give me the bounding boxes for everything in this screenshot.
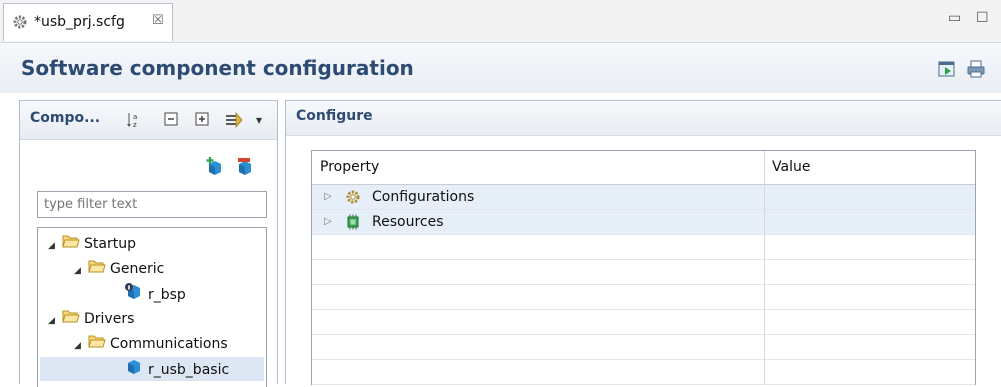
folder-open-icon bbox=[88, 332, 106, 356]
page-title: Software component configuration bbox=[21, 56, 414, 80]
svg-text:a: a bbox=[133, 113, 137, 121]
property-table: Property Value ▷ Configurations ▷ Resour… bbox=[311, 150, 976, 385]
tree-item-drivers[interactable]: ◢ Drivers bbox=[48, 307, 134, 331]
expand-triangle-icon[interactable]: ◢ bbox=[74, 259, 88, 283]
tree-item-label: Communications bbox=[110, 336, 228, 352]
maximize-icon[interactable]: ☐ bbox=[976, 10, 989, 26]
gear-icon bbox=[12, 14, 28, 34]
tree-item-label: Generic bbox=[110, 261, 165, 277]
remove-component-icon[interactable] bbox=[235, 156, 255, 180]
svg-text:z: z bbox=[133, 121, 137, 129]
folder-open-icon bbox=[62, 232, 80, 256]
table-row-empty bbox=[312, 335, 975, 360]
table-row-empty bbox=[312, 310, 975, 335]
chevron-down-icon[interactable]: ▾ bbox=[256, 113, 274, 131]
editor-tab-bar: *usb_prj.scfg ☒ ▭ ☐ bbox=[0, 0, 1001, 43]
tab-title: *usb_prj.scfg bbox=[34, 14, 125, 30]
table-row-empty bbox=[312, 360, 975, 385]
page-header: Software component configuration bbox=[0, 43, 1001, 93]
tree-item-r-bsp[interactable]: r_bsp bbox=[124, 282, 186, 306]
folder-open-icon bbox=[88, 257, 106, 281]
tree-item-communications[interactable]: ◢ Communications bbox=[74, 332, 228, 356]
table-row-resources[interactable]: ▷ Resources bbox=[312, 210, 975, 235]
filter-input[interactable] bbox=[37, 191, 267, 218]
column-header-property[interactable]: Property bbox=[320, 159, 379, 175]
editor-tab[interactable]: *usb_prj.scfg ☒ bbox=[3, 3, 173, 41]
table-header: Property Value bbox=[312, 151, 975, 185]
expand-triangle-icon[interactable]: ▷ bbox=[324, 185, 332, 209]
tree-item-label: Startup bbox=[84, 236, 136, 252]
print-icon[interactable] bbox=[966, 59, 986, 79]
expand-triangle-icon[interactable]: ◢ bbox=[48, 309, 62, 333]
tree-item-label: r_usb_basic bbox=[148, 362, 230, 378]
tree-item-startup[interactable]: ◢ Startup bbox=[48, 232, 136, 256]
property-label: Resources bbox=[372, 214, 444, 230]
property-label: Configurations bbox=[372, 189, 475, 205]
configure-panel: Configure Property Value ▷ Configuration… bbox=[285, 100, 1001, 385]
sort-alpha-icon[interactable]: az bbox=[126, 111, 144, 129]
expand-all-icon[interactable] bbox=[194, 111, 212, 129]
close-icon[interactable]: ☒ bbox=[152, 13, 164, 28]
collapse-all-icon[interactable] bbox=[163, 111, 181, 129]
tree-item-label: Drivers bbox=[84, 311, 135, 327]
expand-triangle-icon[interactable]: ▷ bbox=[324, 210, 332, 234]
component-cube-icon bbox=[124, 282, 144, 308]
generate-code-icon[interactable] bbox=[937, 59, 957, 79]
components-panel-title: Compo... bbox=[30, 110, 101, 126]
column-header-value[interactable]: Value bbox=[772, 159, 810, 175]
link-icon[interactable] bbox=[224, 111, 243, 129]
component-cube-icon bbox=[124, 357, 144, 383]
configure-panel-title: Configure bbox=[296, 108, 373, 124]
chip-icon bbox=[345, 214, 361, 230]
components-panel: Compo... az ▾ ◢ Startup ◢ Generic r_bsp ◢ bbox=[19, 100, 278, 387]
configure-panel-titlebar: Configure bbox=[286, 101, 1001, 136]
expand-triangle-icon[interactable]: ◢ bbox=[74, 334, 88, 358]
tree-item-label: r_bsp bbox=[148, 287, 186, 303]
table-row-empty bbox=[312, 235, 975, 260]
table-row-configurations[interactable]: ▷ Configurations bbox=[312, 185, 975, 210]
components-panel-titlebar: Compo... az ▾ bbox=[20, 101, 277, 140]
tree-item-generic[interactable]: ◢ Generic bbox=[74, 257, 164, 281]
gear-icon bbox=[345, 189, 361, 205]
add-component-icon[interactable] bbox=[205, 156, 225, 180]
folder-open-icon bbox=[62, 307, 80, 331]
table-row-empty bbox=[312, 285, 975, 310]
column-divider[interactable] bbox=[764, 151, 765, 385]
component-tree: ◢ Startup ◢ Generic r_bsp ◢ Drivers ◢ Commun… bbox=[37, 227, 267, 387]
minimize-icon[interactable]: ▭ bbox=[948, 10, 961, 26]
expand-triangle-icon[interactable]: ◢ bbox=[48, 234, 62, 258]
tree-item-r-usb-basic[interactable]: r_usb_basic bbox=[40, 357, 264, 381]
table-row-empty bbox=[312, 260, 975, 285]
